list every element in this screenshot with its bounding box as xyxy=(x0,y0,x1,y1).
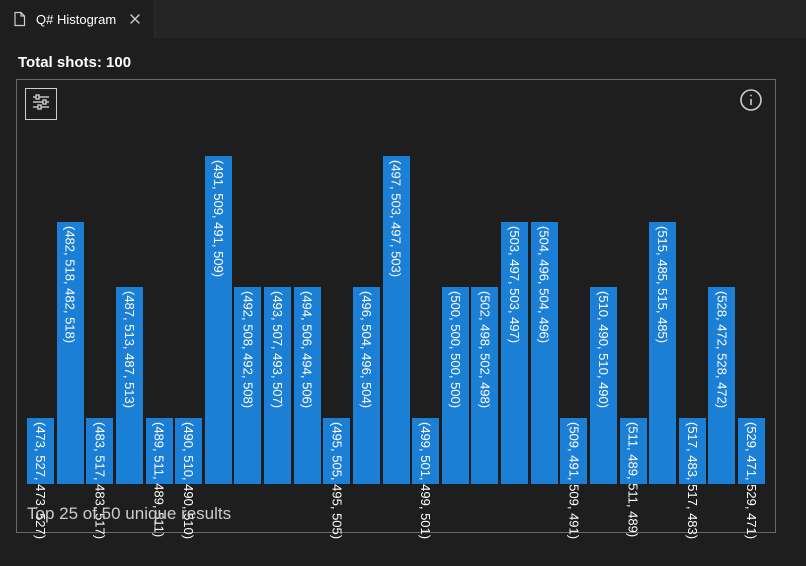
bar[interactable]: (503, 497, 503, 497) xyxy=(501,126,528,484)
bar-rect: (494, 506, 494, 506) xyxy=(294,287,321,484)
bar-rect: (493, 507, 493, 507) xyxy=(264,287,291,484)
chart-caption: Top 25 of 50 unique results xyxy=(27,504,231,524)
close-icon[interactable] xyxy=(128,12,142,26)
bar[interactable]: (487, 513, 487, 513) xyxy=(116,126,143,484)
bar-label: (509, 491, 509, 491) xyxy=(566,422,581,539)
bar-label: (497, 503, 497, 503) xyxy=(389,160,404,277)
bar-label: (504, 496, 504, 496) xyxy=(537,226,552,343)
bar-rect: (502, 498, 502, 498) xyxy=(471,287,498,484)
bar[interactable]: (511, 489, 511, 489) xyxy=(620,126,647,484)
settings-button[interactable] xyxy=(25,88,57,120)
bar[interactable]: (529, 471, 529, 471) xyxy=(738,126,765,484)
bar-rect: (500, 500, 500, 500) xyxy=(442,287,469,484)
bar[interactable]: (502, 498, 502, 498) xyxy=(471,126,498,484)
bar-label: (502, 498, 502, 498) xyxy=(477,291,492,408)
sliders-icon xyxy=(31,92,51,117)
bar-label: (492, 508, 492, 508) xyxy=(240,291,255,408)
bar-rect: (517, 483, 517, 483) xyxy=(679,418,706,484)
bar-label: (500, 500, 500, 500) xyxy=(448,291,463,408)
bar-label: (487, 513, 487, 513) xyxy=(122,291,137,408)
bar-label: (491, 509, 491, 509) xyxy=(211,160,226,277)
bar[interactable]: (473, 527, 473, 527) xyxy=(27,126,54,484)
bar-label: (515, 485, 515, 485) xyxy=(655,226,670,343)
bar-label: (495, 505, 495, 505) xyxy=(329,422,344,539)
bar-label: (528, 472, 528, 472) xyxy=(714,291,729,408)
bar-label: (517, 483, 517, 483) xyxy=(685,422,700,539)
bar-rect: (496, 504, 496, 504) xyxy=(353,287,380,484)
bar[interactable]: (510, 490, 510, 490) xyxy=(590,126,617,484)
info-icon xyxy=(739,88,763,117)
bar-label: (510, 490, 510, 490) xyxy=(596,291,611,408)
bar-label: (494, 506, 494, 506) xyxy=(300,291,315,408)
bar-label: (529, 471, 529, 471) xyxy=(744,422,759,539)
bar-label: (503, 497, 503, 497) xyxy=(507,226,522,343)
bar[interactable]: (490, 510, 490, 510) xyxy=(175,126,202,484)
tab-title: Q# Histogram xyxy=(36,12,116,27)
bar-rect: (503, 497, 503, 497) xyxy=(501,222,528,484)
bar-label: (482, 518, 482, 518) xyxy=(63,226,78,343)
bar[interactable]: (492, 508, 492, 508) xyxy=(234,126,261,484)
bar-rect: (491, 509, 491, 509) xyxy=(205,156,232,484)
bar[interactable]: (515, 485, 515, 485) xyxy=(649,126,676,484)
bar[interactable]: (483, 517, 483, 517) xyxy=(86,126,113,484)
bar-rect: (492, 508, 492, 508) xyxy=(234,287,261,484)
histogram-frame: (473, 527, 473, 527) (482, 518, 482, 518)… xyxy=(16,79,776,533)
bar[interactable]: (494, 506, 494, 506) xyxy=(294,126,321,484)
bar-label: (511, 489, 511, 489) xyxy=(626,422,641,537)
bar-label: (499, 501, 499, 501) xyxy=(418,422,433,539)
bar-rect: (510, 490, 510, 490) xyxy=(590,287,617,484)
bar-rect: (528, 472, 528, 472) xyxy=(708,287,735,484)
bar[interactable]: (500, 500, 500, 500) xyxy=(442,126,469,484)
tab-bar: Q# Histogram xyxy=(0,0,806,38)
chart-area: (473, 527, 473, 527) (482, 518, 482, 518)… xyxy=(27,126,765,484)
bar-rect: (495, 505, 495, 505) xyxy=(323,418,350,484)
total-shots-label: Total shots: 100 xyxy=(18,54,790,71)
bar[interactable]: (509, 491, 509, 491) xyxy=(560,126,587,484)
bar[interactable]: (528, 472, 528, 472) xyxy=(708,126,735,484)
bar[interactable]: (482, 518, 482, 518) xyxy=(57,126,84,484)
bar[interactable]: (491, 509, 491, 509) xyxy=(205,126,232,484)
bar[interactable]: (517, 483, 517, 483) xyxy=(679,126,706,484)
bar[interactable]: (499, 501, 499, 501) xyxy=(412,126,439,484)
histogram-pane: Total shots: 100 xyxy=(0,38,806,549)
bar-rect: (489, 511, 489, 511) xyxy=(146,418,173,484)
bar[interactable]: (496, 504, 496, 504) xyxy=(353,126,380,484)
bar-rect: (511, 489, 511, 489) xyxy=(620,418,647,484)
bar[interactable]: (489, 511, 489, 511) xyxy=(146,126,173,484)
bar-rect: (490, 510, 490, 510) xyxy=(175,418,202,484)
bar-rect: (483, 517, 483, 517) xyxy=(86,418,113,484)
bar[interactable]: (497, 503, 497, 503) xyxy=(383,126,410,484)
bar-rect: (473, 527, 473, 527) xyxy=(27,418,54,484)
bar[interactable]: (495, 505, 495, 505) xyxy=(323,126,350,484)
bar-rect: (499, 501, 499, 501) xyxy=(412,418,439,484)
bar[interactable]: (493, 507, 493, 507) xyxy=(264,126,291,484)
bar-rect: (504, 496, 504, 496) xyxy=(531,222,558,484)
bar-rect: (487, 513, 487, 513) xyxy=(116,287,143,484)
tab-qsharp-histogram[interactable]: Q# Histogram xyxy=(0,0,155,38)
bar-label: (493, 507, 493, 507) xyxy=(270,291,285,408)
bar-rect: (509, 491, 509, 491) xyxy=(560,418,587,484)
bar-rect: (497, 503, 497, 503) xyxy=(383,156,410,484)
bar-rect: (529, 471, 529, 471) xyxy=(738,418,765,484)
bar-rect: (482, 518, 482, 518) xyxy=(57,222,84,484)
info-button[interactable] xyxy=(737,88,765,116)
file-icon xyxy=(12,11,28,27)
bar-label: (496, 504, 496, 504) xyxy=(359,291,374,408)
bar-rect: (515, 485, 515, 485) xyxy=(649,222,676,484)
bar[interactable]: (504, 496, 504, 496) xyxy=(531,126,558,484)
